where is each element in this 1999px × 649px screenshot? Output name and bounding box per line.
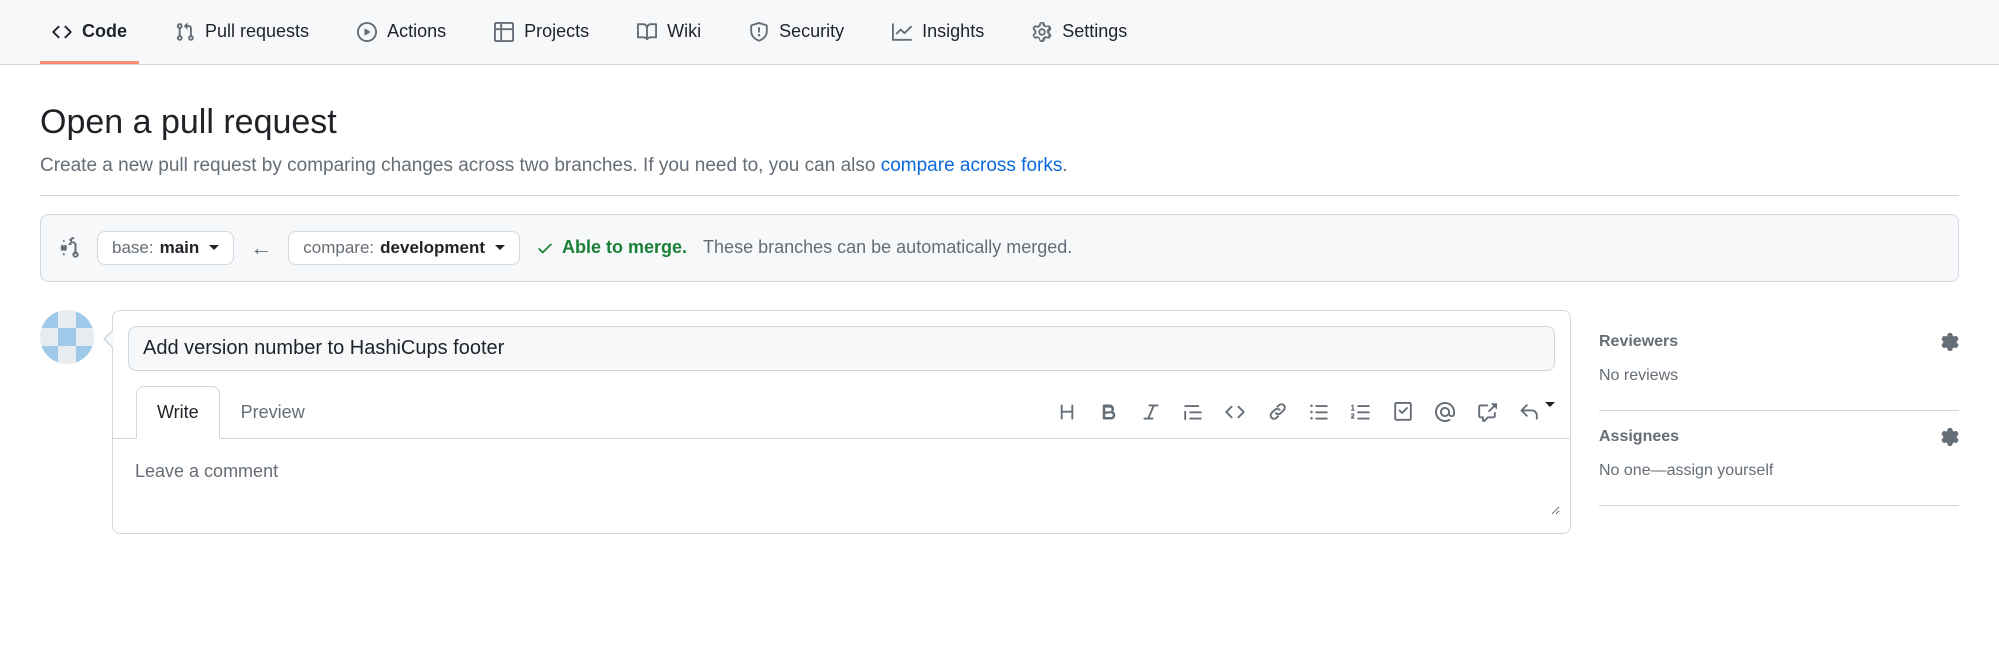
assignees-none: No one— — [1599, 462, 1667, 479]
base-branch: main — [160, 238, 200, 258]
divider — [40, 195, 1959, 196]
bold-button[interactable] — [1099, 402, 1119, 422]
ordered-list-button[interactable] — [1351, 402, 1371, 422]
play-icon — [357, 22, 377, 42]
repo-nav: Code Pull requests Actions Projects Wiki… — [0, 0, 1999, 65]
mention-button[interactable] — [1435, 402, 1455, 422]
tab-actions[interactable]: Actions — [345, 0, 458, 64]
main-container: Open a pull request Create a new pull re… — [0, 65, 1999, 534]
code-icon — [52, 22, 72, 42]
tab-pulls-label: Pull requests — [205, 18, 309, 45]
compare-label: compare: — [303, 238, 374, 258]
tab-code[interactable]: Code — [40, 0, 139, 64]
compare-branch: development — [380, 238, 485, 258]
italic-button[interactable] — [1141, 402, 1161, 422]
subtitle-suffix: . — [1062, 155, 1067, 176]
tab-projects-label: Projects — [524, 18, 589, 45]
tab-security-label: Security — [779, 18, 844, 45]
unordered-list-button[interactable] — [1309, 402, 1329, 422]
compare-branch-button[interactable]: compare: development — [288, 231, 520, 265]
base-branch-button[interactable]: base: main — [97, 231, 234, 265]
arrow-left-icon: ← — [250, 231, 272, 264]
tab-settings-label: Settings — [1062, 18, 1127, 45]
subtitle-prefix: Create a new pull request by comparing c… — [40, 155, 881, 176]
caret-down-icon — [495, 245, 505, 250]
pr-layout: Write Preview — [40, 310, 1959, 534]
book-icon — [637, 22, 657, 42]
comment-textarea[interactable] — [123, 449, 1560, 515]
git-compare-icon — [59, 237, 81, 259]
merge-description: These branches can be automatically merg… — [703, 234, 1072, 261]
reviewers-body: No reviews — [1599, 364, 1959, 388]
compare-forks-link[interactable]: compare across forks — [881, 155, 1063, 176]
merge-status-text: Able to merge. — [562, 234, 687, 261]
tab-code-label: Code — [82, 18, 127, 45]
tab-insights-label: Insights — [922, 18, 984, 45]
tasklist-button[interactable] — [1393, 402, 1413, 422]
tab-security[interactable]: Security — [737, 0, 856, 64]
pull-request-icon — [175, 22, 195, 42]
reviewers-block: Reviewers No reviews — [1599, 316, 1959, 411]
caret-down-icon — [1545, 402, 1555, 407]
gear-icon — [1032, 22, 1052, 42]
link-button[interactable] — [1267, 402, 1287, 422]
tab-actions-label: Actions — [387, 18, 446, 45]
gear-icon[interactable] — [1941, 333, 1959, 351]
base-label: base: — [112, 238, 154, 258]
table-icon — [494, 22, 514, 42]
reply-button[interactable] — [1519, 402, 1555, 422]
gear-icon[interactable] — [1941, 428, 1959, 446]
avatar — [40, 310, 94, 364]
tab-preview[interactable]: Preview — [220, 386, 326, 439]
tab-wiki[interactable]: Wiki — [625, 0, 713, 64]
tab-settings[interactable]: Settings — [1020, 0, 1139, 64]
tab-pull-requests[interactable]: Pull requests — [163, 0, 321, 64]
tab-projects[interactable]: Projects — [482, 0, 601, 64]
heading-button[interactable] — [1057, 402, 1077, 422]
tab-write[interactable]: Write — [136, 386, 220, 439]
comment-box: Write Preview — [112, 310, 1571, 534]
assignees-title: Assignees — [1599, 425, 1679, 449]
caret-down-icon — [209, 245, 219, 250]
page-subtitle: Create a new pull request by comparing c… — [40, 152, 1959, 181]
sidebar: Reviewers No reviews Assignees No one—as… — [1599, 310, 1959, 506]
code-button[interactable] — [1225, 402, 1245, 422]
compare-bar: base: main ← compare: development Able t… — [40, 214, 1959, 282]
assignees-body: No one—assign yourself — [1599, 459, 1959, 483]
check-icon — [536, 239, 554, 257]
tab-wiki-label: Wiki — [667, 18, 701, 45]
cross-reference-button[interactable] — [1477, 402, 1497, 422]
reviewers-title: Reviewers — [1599, 330, 1678, 354]
assignees-block: Assignees No one—assign yourself — [1599, 411, 1959, 506]
shield-icon — [749, 22, 769, 42]
merge-status: Able to merge. — [536, 234, 687, 261]
quote-button[interactable] — [1183, 402, 1203, 422]
pr-title-input[interactable] — [128, 326, 1555, 371]
markdown-toolbar — [1057, 402, 1555, 422]
assign-yourself-link[interactable]: assign yourself — [1667, 462, 1774, 479]
editor-tab-row: Write Preview — [113, 386, 1570, 439]
write-tabs: Write Preview — [136, 386, 326, 439]
left-column: Write Preview — [40, 310, 1571, 534]
graph-icon — [892, 22, 912, 42]
page-title: Open a pull request — [40, 97, 1959, 148]
tab-insights[interactable]: Insights — [880, 0, 996, 64]
